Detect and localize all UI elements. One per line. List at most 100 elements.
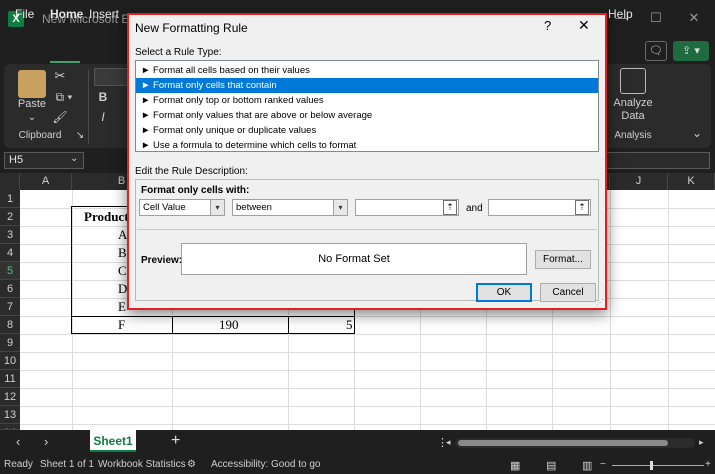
chevron-down-icon[interactable]: ▾ [333, 200, 347, 215]
row-header[interactable]: 9 [0, 334, 20, 352]
table-col-border [172, 316, 173, 334]
row-header[interactable]: 6 [0, 280, 20, 298]
table-row-border [71, 316, 355, 317]
accessibility-icon[interactable]: ⚙ [187, 459, 196, 470]
row-header[interactable]: 2 [0, 208, 20, 226]
bold-button[interactable]: B [96, 90, 110, 104]
cell-c8[interactable]: 190 [219, 316, 239, 334]
tab-file[interactable]: File [15, 7, 34, 21]
share-icon[interactable]: ⇪ ▾ [673, 41, 709, 61]
range-select-icon[interactable]: ⇡ [575, 200, 589, 215]
format-button[interactable]: Format... [535, 250, 591, 269]
tab-home[interactable]: Home [50, 7, 83, 21]
rule-type-item[interactable]: ► Format only top or bottom ranked value… [136, 93, 598, 108]
help-icon[interactable]: ? [544, 18, 551, 33]
add-sheet-button[interactable]: + [171, 432, 180, 450]
active-tab-indicator [50, 61, 80, 63]
name-box-dropdown-icon[interactable]: ⌄ [70, 153, 78, 164]
page-layout-view-icon[interactable]: ▤ [546, 459, 556, 472]
row-header[interactable]: 7 [0, 298, 20, 316]
normal-view-icon[interactable]: ▦ [510, 459, 520, 472]
workbook-statistics-button[interactable]: Workbook Statistics [98, 459, 186, 470]
cell-b5[interactable]: C [118, 262, 127, 280]
format-painter-icon[interactable]: 🖌 [52, 110, 68, 124]
paste-dropdown-icon[interactable]: ⌄ [24, 112, 40, 123]
resize-grip-icon[interactable]: ⋰ [596, 298, 604, 307]
copy-icon[interactable]: ⧉ ▾ [52, 90, 76, 105]
format-preview: No Format Set [181, 243, 527, 275]
analyze-data-label-1[interactable]: Analyze [610, 97, 656, 109]
formula-input[interactable] [606, 152, 710, 169]
row-header[interactable]: 4 [0, 244, 20, 262]
tab-help[interactable]: Help [608, 7, 633, 21]
sheet-tab-sheet1[interactable]: Sheet1 [90, 430, 136, 452]
gridline [20, 334, 715, 335]
paste-icon[interactable] [18, 70, 46, 98]
italic-button[interactable]: I [96, 110, 110, 124]
row-header[interactable]: 11 [0, 370, 20, 388]
zoom-slider[interactable] [612, 465, 704, 466]
preview-label: Preview: [141, 255, 183, 266]
gridline [20, 406, 715, 407]
maximize-icon[interactable]: ☐ [646, 10, 666, 26]
row-header[interactable]: 13 [0, 406, 20, 424]
cut-icon[interactable]: ✂ [52, 68, 68, 84]
collapse-ribbon-icon[interactable]: ⌄ [690, 126, 704, 140]
paste-label[interactable]: Paste [12, 98, 52, 110]
cell-b7[interactable]: E [118, 298, 126, 316]
ribbon-separator [88, 70, 89, 144]
row-header[interactable]: 8 [0, 316, 20, 334]
rule-type-item-selected[interactable]: ► Format only cells that contain [136, 78, 598, 93]
cell-b4[interactable]: B [118, 244, 127, 262]
zoom-in-icon[interactable]: + [705, 459, 711, 470]
page-break-view-icon[interactable]: ▥ [582, 459, 592, 472]
edit-rule-description-label: Edit the Rule Description: [135, 166, 248, 177]
next-sheet-icon[interactable]: › [44, 434, 48, 449]
cell-b8[interactable]: F [118, 316, 125, 334]
zoom-out-icon[interactable]: − [600, 459, 606, 470]
row-header-selected[interactable]: 5 [0, 262, 20, 280]
analyze-data-icon[interactable] [620, 68, 646, 94]
row-header[interactable]: 1 [0, 190, 20, 208]
analysis-group-label: Analysis [614, 130, 652, 141]
clipboard-launcher-icon[interactable]: ↘ [74, 130, 86, 141]
column-header-j[interactable]: J [610, 173, 668, 190]
zoom-slider-thumb[interactable] [650, 461, 653, 470]
font-name-box[interactable] [94, 68, 128, 86]
close-icon[interactable]: ✕ [578, 17, 590, 34]
row-header[interactable]: 12 [0, 388, 20, 406]
rule-type-item[interactable]: ► Use a formula to determine which cells… [136, 138, 598, 153]
cell-b2[interactable]: Product [84, 208, 129, 226]
format-only-cells-label: Format only cells with: [141, 185, 250, 196]
scroll-left-icon[interactable]: ◂ [446, 437, 451, 448]
column-header-a[interactable]: A [20, 173, 72, 190]
rule-type-item[interactable]: ► Format only values that are above or b… [136, 108, 598, 123]
gridline [20, 370, 715, 371]
operator-select[interactable]: between [232, 199, 348, 216]
range-select-icon[interactable]: ⇡ [443, 200, 457, 215]
ok-button[interactable]: OK [476, 283, 532, 302]
clipboard-group-label: Clipboard [18, 130, 62, 141]
cell-b3[interactable]: A [118, 226, 127, 244]
chevron-down-icon[interactable]: ▾ [210, 200, 224, 215]
table-col-border [288, 316, 289, 334]
scroll-right-icon[interactable]: ▸ [699, 437, 704, 448]
prev-sheet-icon[interactable]: ‹ [16, 434, 20, 449]
gridline [20, 352, 715, 353]
accessibility-status[interactable]: Accessibility: Good to go [211, 459, 321, 470]
horizontal-scrollbar-thumb[interactable] [458, 440, 668, 446]
tab-insert[interactable]: Insert [89, 7, 119, 21]
row-header[interactable]: 10 [0, 352, 20, 370]
cancel-button[interactable]: Cancel [540, 283, 596, 302]
comments-icon[interactable]: 🗨 [645, 41, 667, 61]
analyze-data-label-2[interactable]: Data [610, 110, 656, 122]
row-header[interactable]: 3 [0, 226, 20, 244]
rule-type-item[interactable]: ► Format all cells based on their values [136, 63, 598, 78]
column-header-k[interactable]: K [668, 173, 715, 190]
rule-type-item[interactable]: ► Format only unique or duplicate values [136, 123, 598, 138]
close-window-icon[interactable]: ✕ [684, 10, 704, 26]
cell-d8[interactable]: 5 [346, 316, 353, 334]
cell-b6[interactable]: D [118, 280, 127, 298]
dialog-title: New Formatting Rule [135, 21, 248, 35]
select-all-corner[interactable] [0, 173, 20, 190]
